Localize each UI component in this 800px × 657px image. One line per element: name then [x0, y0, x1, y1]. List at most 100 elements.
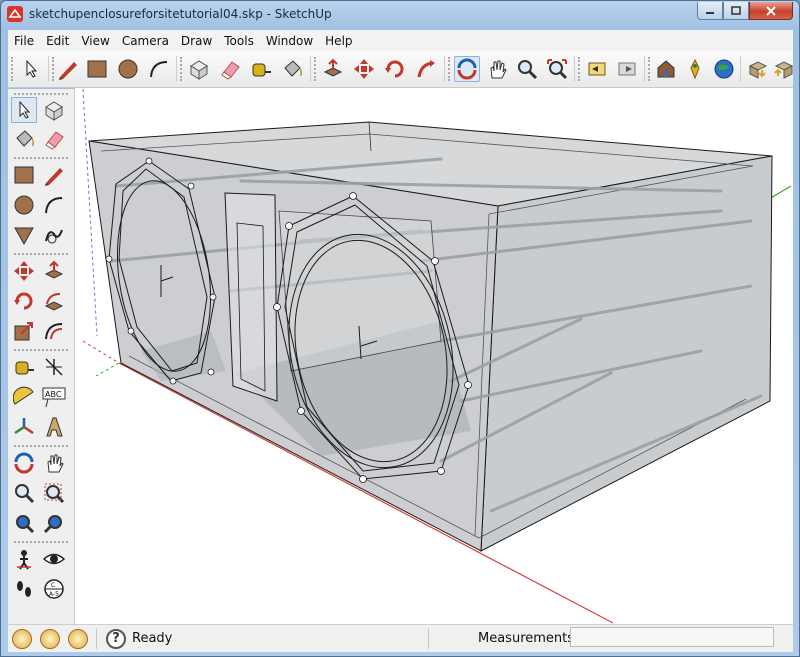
- zoom-window-button[interactable]: [41, 480, 67, 506]
- menu-file[interactable]: File: [8, 34, 40, 48]
- add-location-button[interactable]: [682, 56, 708, 82]
- previous-view-icon: [588, 62, 606, 76]
- circle-tool-button[interactable]: [115, 56, 141, 82]
- credits-icon[interactable]: [40, 629, 60, 649]
- pan-tool-button[interactable]: [41, 450, 67, 476]
- rectangle-tool-button[interactable]: [11, 162, 37, 188]
- google-earth-button[interactable]: [711, 56, 737, 82]
- maximize-button[interactable]: [723, 2, 749, 20]
- menu-tools[interactable]: Tools: [218, 34, 260, 48]
- section-plane-button[interactable]: C A-5: [41, 576, 67, 602]
- toolbar-grip[interactable]: [14, 445, 68, 449]
- location-pin-icon: [690, 58, 700, 80]
- port-panel: [224, 192, 278, 402]
- menu-view[interactable]: View: [75, 34, 115, 48]
- follow-me-button[interactable]: [413, 56, 439, 82]
- polygon-tool-button[interactable]: [11, 222, 37, 248]
- zoom-extents-button[interactable]: [544, 56, 570, 82]
- select-tool-button[interactable]: [18, 56, 44, 82]
- get-models-button[interactable]: [653, 56, 679, 82]
- toolbar-grip[interactable]: [314, 57, 319, 81]
- follow-me-icon: [44, 293, 64, 311]
- make-component-button[interactable]: [41, 97, 67, 123]
- rotate-tool-button[interactable]: [382, 56, 408, 82]
- user-account-icon[interactable]: [68, 629, 88, 649]
- share-component-button[interactable]: [770, 56, 796, 82]
- rotate-tool-button[interactable]: [11, 288, 37, 314]
- text-tool-button[interactable]: ABC: [41, 384, 67, 410]
- dimension-tool-button[interactable]: [41, 354, 67, 380]
- select-tool-button[interactable]: [11, 97, 37, 123]
- 3d-text-tool-button[interactable]: [41, 414, 67, 440]
- close-icon: [766, 5, 776, 16]
- paint-bucket-button[interactable]: [279, 56, 305, 82]
- menu-draw[interactable]: Draw: [175, 34, 218, 48]
- menu-edit[interactable]: Edit: [40, 34, 75, 48]
- tape-measure-button[interactable]: [248, 56, 274, 82]
- component-icon: [190, 60, 208, 80]
- rectangle-tool-button[interactable]: [84, 56, 110, 82]
- move-tool-button[interactable]: [11, 258, 37, 284]
- move-tool-button[interactable]: [351, 56, 377, 82]
- polygon-icon: [14, 227, 34, 246]
- tape-measure-button[interactable]: [11, 354, 37, 380]
- toolbar-grip[interactable]: [14, 253, 68, 257]
- toolbar-grip[interactable]: [578, 57, 583, 81]
- zoom-window-icon: [44, 483, 65, 504]
- toolbar-separator: [444, 56, 445, 82]
- eraser-tool-button[interactable]: [41, 126, 67, 152]
- eraser-tool-button[interactable]: [217, 56, 243, 82]
- offset-tool-button[interactable]: [41, 318, 67, 344]
- previous-view-button[interactable]: [584, 56, 610, 82]
- make-component-button[interactable]: [186, 56, 212, 82]
- circle-tool-button[interactable]: [11, 192, 37, 218]
- arc-tool-button[interactable]: [41, 192, 67, 218]
- arc-tool-button[interactable]: [146, 56, 172, 82]
- paint-bucket-button[interactable]: [11, 126, 37, 152]
- push-pull-button[interactable]: [320, 56, 346, 82]
- zoom-tool-button[interactable]: [11, 480, 37, 506]
- protractor-icon: [13, 386, 34, 405]
- look-around-button[interactable]: [41, 546, 67, 572]
- arc-icon: [150, 61, 168, 78]
- next-view-button[interactable]: [614, 56, 640, 82]
- protractor-tool-button[interactable]: [11, 384, 37, 410]
- push-pull-button[interactable]: [41, 258, 67, 284]
- geo-location-icon[interactable]: [12, 629, 32, 649]
- house-icon: [657, 60, 675, 78]
- close-button[interactable]: [749, 2, 793, 20]
- toolbar-grip[interactable]: [180, 57, 185, 81]
- follow-me-button[interactable]: [41, 288, 67, 314]
- line-tool-button[interactable]: [55, 56, 81, 82]
- scale-tool-button[interactable]: [11, 318, 37, 344]
- toolbar-grip[interactable]: [448, 57, 453, 81]
- walk-tool-button[interactable]: [11, 576, 37, 602]
- axes-tool-button[interactable]: [11, 414, 37, 440]
- previous-view-button[interactable]: [41, 510, 67, 536]
- get-components-button[interactable]: [744, 56, 770, 82]
- menu-help[interactable]: Help: [319, 34, 358, 48]
- measurements-field[interactable]: [570, 627, 774, 647]
- toolbar-grip[interactable]: [14, 157, 68, 161]
- freehand-tool-button[interactable]: [41, 222, 67, 248]
- minimize-button[interactable]: [697, 2, 723, 20]
- position-camera-button[interactable]: [11, 546, 37, 572]
- menu-camera[interactable]: Camera: [116, 34, 175, 48]
- orbit-tool-button[interactable]: [11, 450, 37, 476]
- line-tool-button[interactable]: [41, 162, 67, 188]
- zoom-extents-button[interactable]: [11, 510, 37, 536]
- help-question-icon[interactable]: ?: [106, 629, 126, 649]
- title-bar: sketchupenclosureforsitetutorial04.skp -…: [1, 1, 799, 29]
- toolbar-grip[interactable]: [14, 349, 68, 353]
- paint-bucket-icon: [16, 130, 34, 147]
- main-toolbar: [8, 51, 796, 88]
- hand-icon: [490, 60, 507, 79]
- pan-tool-button[interactable]: [484, 56, 510, 82]
- menu-window[interactable]: Window: [260, 34, 319, 48]
- orbit-tool-button[interactable]: [454, 56, 480, 82]
- zoom-tool-button[interactable]: [514, 56, 540, 82]
- toolbar-grip[interactable]: [11, 57, 16, 81]
- toolbar-grip[interactable]: [14, 541, 68, 545]
- drawing-viewport[interactable]: [75, 88, 793, 624]
- axes-icon: [14, 418, 34, 435]
